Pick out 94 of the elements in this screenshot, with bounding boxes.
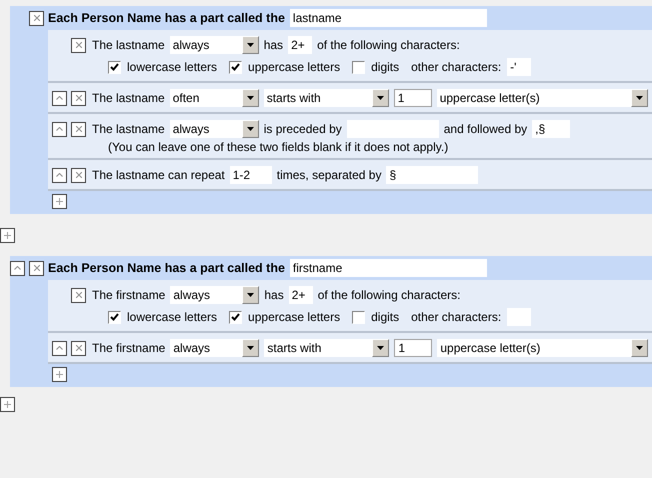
close-icon xyxy=(34,15,40,21)
plus-icon xyxy=(56,198,63,205)
close-icon xyxy=(76,172,82,178)
part-name-field[interactable]: lastname xyxy=(290,9,487,27)
count-field[interactable]: 2+ xyxy=(288,286,313,304)
unit-dropdown[interactable]: uppercase letter(s) xyxy=(437,339,648,357)
delete-button[interactable] xyxy=(71,168,86,182)
checkbox-label: digits xyxy=(371,60,400,74)
add-rule-button[interactable] xyxy=(52,367,67,382)
delete-button[interactable] xyxy=(29,260,44,276)
close-icon xyxy=(76,126,82,132)
count-field[interactable]: 1 xyxy=(394,89,432,107)
add-part-button[interactable] xyxy=(0,228,15,242)
checkbox[interactable] xyxy=(108,310,121,324)
checkbox-label: lowercase letters xyxy=(127,310,218,324)
close-icon xyxy=(34,265,40,271)
other-characters-label: other characters: xyxy=(411,60,502,74)
plus-icon xyxy=(4,401,11,408)
move-up-button[interactable] xyxy=(52,340,67,356)
part-label: Each Person Name has a part called the xyxy=(48,11,285,25)
plus-icon xyxy=(4,232,11,238)
caret-up-icon xyxy=(56,173,63,177)
caret-down-icon xyxy=(636,346,643,350)
rule-subject: The firstname xyxy=(92,288,166,302)
close-icon xyxy=(76,292,82,298)
checkbox[interactable] xyxy=(352,60,366,74)
rule-text: of the following characters: xyxy=(317,38,460,52)
count-field[interactable]: 1 xyxy=(394,339,432,357)
followed-by-field[interactable]: ,§ xyxy=(532,120,570,138)
rule-text: times, separated by xyxy=(276,168,382,182)
add-rule-button[interactable] xyxy=(52,194,67,209)
separator-field[interactable]: § xyxy=(386,166,478,184)
checkbox[interactable] xyxy=(229,60,242,74)
rule-verb: has xyxy=(264,38,284,52)
caret-up-icon xyxy=(56,96,63,100)
unit-dropdown[interactable]: uppercase letter(s) xyxy=(436,89,648,107)
checkbox-label: uppercase letters xyxy=(248,310,340,324)
part-name-field[interactable]: firstname xyxy=(290,259,487,277)
caret-down-icon xyxy=(376,96,384,100)
caret-down-icon xyxy=(246,96,254,100)
plus-icon xyxy=(56,371,63,378)
move-up-button[interactable] xyxy=(10,260,25,276)
rule-subject: The lastname xyxy=(92,38,165,52)
preceded-by-field[interactable] xyxy=(346,120,439,138)
move-up-button[interactable] xyxy=(52,90,67,106)
checkbox-label: uppercase letters xyxy=(248,60,340,74)
checkbox[interactable] xyxy=(352,310,366,324)
caret-down-icon xyxy=(246,43,254,47)
close-icon xyxy=(76,95,82,101)
part-label: Each Person Name has a part called the xyxy=(48,261,285,275)
add-part-button[interactable] xyxy=(0,397,15,412)
dropdown[interactable]: always xyxy=(170,286,260,304)
checkbox[interactable] xyxy=(229,310,242,324)
close-icon xyxy=(76,345,82,351)
dropdown[interactable]: starts with xyxy=(264,339,390,357)
other-characters-field[interactable]: -' xyxy=(507,58,532,76)
checkbox-label: lowercase letters xyxy=(127,60,218,74)
rule-text: of the following characters: xyxy=(318,288,460,302)
caret-down-icon xyxy=(247,346,254,350)
checkbox-label: digits xyxy=(371,310,400,324)
dropdown[interactable]: always xyxy=(170,120,259,138)
delete-button[interactable] xyxy=(29,10,44,26)
caret-down-icon xyxy=(247,293,254,297)
caret-down-icon xyxy=(246,127,254,131)
rule-subject: The lastname xyxy=(92,122,165,136)
caret-down-icon xyxy=(377,346,384,350)
caret-up-icon xyxy=(56,127,63,131)
checkbox[interactable] xyxy=(108,60,121,74)
move-up-button[interactable] xyxy=(52,168,67,182)
caret-down-icon xyxy=(636,96,643,100)
delete-button[interactable] xyxy=(71,122,86,136)
caret-up-icon xyxy=(14,266,21,270)
close-icon xyxy=(76,42,82,48)
delete-button[interactable] xyxy=(71,38,86,52)
dropdown[interactable]: often xyxy=(170,89,259,107)
move-up-button[interactable] xyxy=(52,122,67,136)
rule-text: and followed by xyxy=(444,122,528,136)
rule-subject: The lastname xyxy=(92,91,165,105)
rule-subject: The lastname can repeat xyxy=(92,168,225,182)
caret-up-icon xyxy=(56,346,63,350)
dropdown[interactable]: starts with xyxy=(264,89,389,107)
delete-button[interactable] xyxy=(71,340,86,356)
delete-button[interactable] xyxy=(71,288,86,302)
delete-button[interactable] xyxy=(71,90,86,106)
rule-subject: The firstname xyxy=(92,341,166,355)
hint-text: (You can leave one of these two fields blank if it does not apply.) xyxy=(107,140,450,155)
count-field[interactable]: 2+ xyxy=(288,36,312,54)
rule-verb: has xyxy=(264,288,284,302)
rule-text: is preceded by xyxy=(264,122,342,136)
dropdown[interactable]: always xyxy=(170,339,260,357)
other-characters-field[interactable] xyxy=(507,308,532,326)
dropdown[interactable]: always xyxy=(170,36,259,54)
other-characters-label: other characters: xyxy=(411,310,502,324)
repeat-count-field[interactable]: 1-2 xyxy=(230,166,272,184)
